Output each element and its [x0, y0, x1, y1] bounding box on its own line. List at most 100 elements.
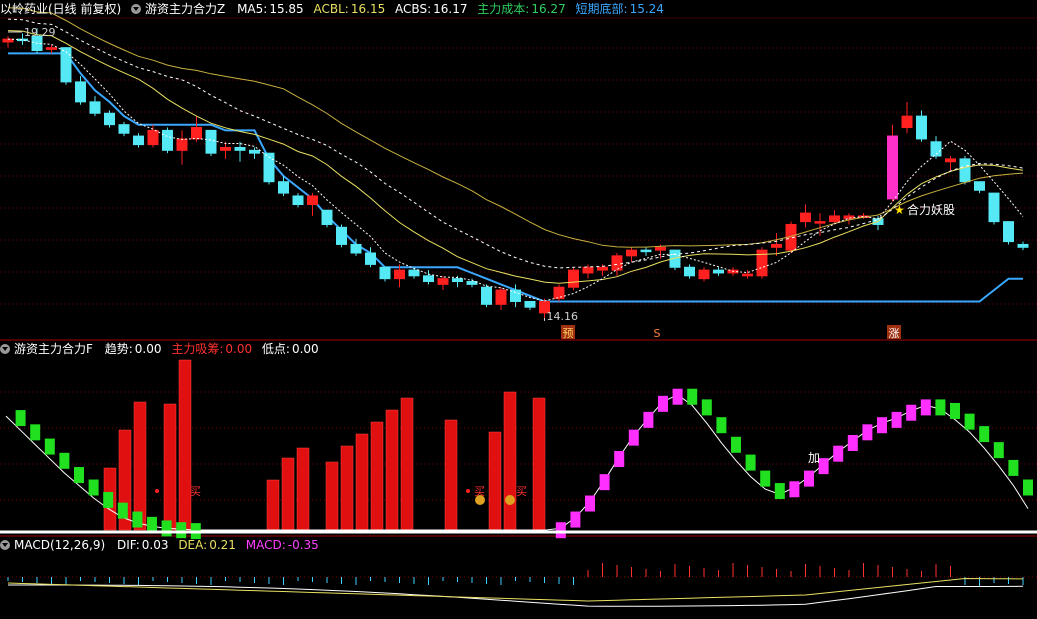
- absorb-bar: [488, 431, 502, 531]
- high-price-label: 19.29: [24, 26, 56, 39]
- trend-block: [59, 452, 70, 469]
- candle: [814, 213, 826, 236]
- candle: [104, 110, 115, 128]
- candle-body: [626, 249, 637, 257]
- stock-title: 以岭药业(日线 前复权): [0, 2, 122, 16]
- candle: [292, 193, 304, 208]
- candle-body: [829, 215, 840, 223]
- candle: [379, 266, 391, 282]
- signal-yu: 预: [563, 327, 574, 340]
- absorb-bar: [503, 391, 517, 531]
- candle: [147, 124, 159, 148]
- trend-block: [88, 479, 99, 496]
- candle-body: [1017, 243, 1029, 248]
- trend-block: [979, 426, 990, 443]
- candle-body: [292, 195, 304, 206]
- indicator-menu-icon[interactable]: [131, 4, 142, 14]
- candle: [46, 44, 57, 54]
- indicator-menu-icon[interactable]: [0, 344, 10, 354]
- candle: [568, 267, 579, 291]
- trend-block: [585, 495, 595, 512]
- candle-body: [191, 127, 202, 140]
- absorb-bar: [370, 421, 384, 531]
- candle-body: [655, 246, 666, 251]
- candle-body: [234, 146, 246, 151]
- absorb-value: 0.00: [225, 342, 253, 356]
- candle: [89, 96, 101, 117]
- dea-value: 0.21: [209, 538, 236, 552]
- absorb-bar: [163, 403, 177, 531]
- absorb-bar: [178, 359, 192, 531]
- candle-body: [89, 101, 101, 114]
- candle: [234, 141, 246, 162]
- trend-block: [847, 435, 858, 451]
- candle-body: [46, 47, 57, 50]
- absorb-bar: [385, 409, 399, 531]
- trend-block: [862, 424, 873, 441]
- macd-label: MACD:: [245, 538, 286, 552]
- main-header: 以岭药业(日线 前复权) 游资主力合力Z MA5: 15.85 ACBL: 16.1…: [0, 1, 670, 17]
- candle-body: [220, 146, 231, 151]
- buy-label-1: 买: [190, 485, 201, 498]
- candle: [307, 193, 318, 216]
- candle-body: [321, 209, 333, 225]
- acbl-line: [7, 30, 1024, 284]
- candle-body: [742, 273, 753, 277]
- signal-zhang: 涨: [889, 327, 900, 340]
- trend-block: [993, 442, 1004, 459]
- candle-body: [249, 149, 260, 154]
- macd-header: MACD(12,26,9) DIF: 0.03 DEA: 0.21 MACD: -0.…: [0, 537, 325, 553]
- trend-block: [687, 388, 698, 405]
- acbl-value: 16.15: [350, 2, 386, 16]
- candle: [974, 181, 985, 194]
- candle: [959, 156, 971, 185]
- cost-value: 16.27: [531, 2, 566, 16]
- candle-body: [684, 266, 695, 277]
- absorb-bar: [355, 433, 369, 531]
- candle-body: [379, 266, 391, 280]
- trend-block: [672, 388, 683, 405]
- trend-block: [920, 399, 931, 416]
- candle-body: [597, 266, 608, 271]
- absorb-label: 主力吸筹:: [171, 342, 224, 356]
- candle: [263, 152, 275, 185]
- trend-block: [1023, 479, 1033, 496]
- candle: [162, 127, 173, 154]
- signal-s: S: [654, 327, 661, 340]
- acbl-label: ACBL:: [313, 2, 349, 16]
- ma5-value: 15.85: [269, 2, 304, 16]
- trend-block: [964, 413, 975, 430]
- low-label: 低点:: [261, 342, 290, 356]
- f-indicator-name[interactable]: 游资主力合力F: [14, 342, 93, 356]
- chart-stage: 19.29 14.16 预 S 涨 ★ 合力妖股买买买加 以岭药业(日线 前复权) 游资主力…: [0, 0, 1037, 615]
- main-indicator-name[interactable]: 游资主力合力Z: [145, 2, 225, 16]
- candle-body: [176, 138, 188, 151]
- candle: [553, 284, 565, 302]
- money-bag-icon: [475, 495, 485, 505]
- candle-body: [814, 221, 826, 224]
- trend-block: [117, 502, 128, 519]
- ma5-label: MA5:: [237, 2, 268, 16]
- dea-line: [7, 577, 1024, 602]
- indicator-menu-icon[interactable]: [0, 540, 10, 550]
- absorb-bar: [340, 445, 354, 531]
- candle-body: [133, 135, 144, 146]
- trend-block: [44, 438, 55, 455]
- buy-label-3: 买: [516, 485, 527, 498]
- macd-indicator-name[interactable]: MACD(12,26,9): [14, 538, 105, 552]
- short-term-bottom-line: [8, 52, 1023, 303]
- candle-body: [568, 269, 579, 288]
- absorb-bar: [532, 397, 546, 531]
- trend-block: [555, 522, 566, 539]
- absorb-bar: [266, 479, 280, 531]
- candle-body: [350, 243, 362, 254]
- trend-block: [161, 520, 172, 537]
- dif-label: DIF:: [116, 538, 140, 552]
- cost-label: 主力成本:: [477, 2, 530, 16]
- candle: [408, 267, 420, 279]
- candle: [684, 264, 695, 279]
- money-bag-icon: [505, 495, 515, 505]
- candle: [2, 36, 14, 48]
- trend-block: [774, 483, 785, 500]
- candle-body: [278, 181, 289, 194]
